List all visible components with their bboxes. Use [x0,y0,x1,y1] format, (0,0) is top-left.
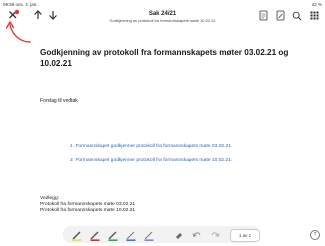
pen-green-tool[interactable] [107,228,119,241]
pen-icon [108,231,118,241]
page-title: Sak 24/21 [148,11,177,17]
page-indicator[interactable]: 1 av 1 [230,229,260,242]
attachments: Vedlegg: Protokoll fra formannskapets mø… [40,196,135,214]
annotate-icon [276,10,284,21]
help-button[interactable]: ? [310,230,320,240]
document-icon [259,10,267,21]
grid-button[interactable] [309,10,319,21]
proposal-label: Forslag til vedtak [40,98,78,104]
highlighter-icon [72,231,82,241]
eraser-icon [176,233,182,239]
page-subtitle: Godkjenning av protokoll fra formannskap… [109,18,216,23]
search-button[interactable] [292,10,302,21]
previous-button[interactable] [33,9,43,21]
annotate-button[interactable] [275,10,285,21]
pen-icon [144,231,154,241]
top-navbar: Sak 24/21 Godkjenning av protokoll fra f… [0,5,325,23]
annotation-arrow [5,21,31,43]
pen-icon [126,231,136,241]
list-item: 2. Formannskapet godkjenner protokoll fr… [70,158,233,163]
eraser-tool[interactable] [173,228,185,241]
annotation-toolbar: 1 av 1 [63,226,260,243]
pen-blue-tool[interactable] [125,228,137,241]
redo-icon [211,232,220,238]
undo-icon [192,232,201,238]
arrow-down-icon [49,11,57,20]
pen-purple-tool[interactable] [143,228,155,241]
grid-icon [310,11,318,20]
redo-button[interactable] [209,228,221,241]
search-icon [292,11,302,20]
document-button[interactable] [258,10,268,21]
document-heading: Godkjenning av protokoll fra formannskap… [40,48,289,68]
undo-button[interactable] [191,228,203,241]
next-button[interactable] [48,9,58,21]
arrow-up-icon [34,10,42,19]
attachment-item[interactable]: Protokoll fra formannskapets møte 10.02.… [40,208,135,214]
pen-icon [90,231,100,241]
highlighter-yellow-tool[interactable] [71,228,83,241]
list-item: 1. Formannskapet godkjenner protokoll fr… [70,144,233,149]
pen-red-tool[interactable] [89,228,101,241]
document-body: Godkjenning av protokoll fra formannskap… [40,48,310,213]
